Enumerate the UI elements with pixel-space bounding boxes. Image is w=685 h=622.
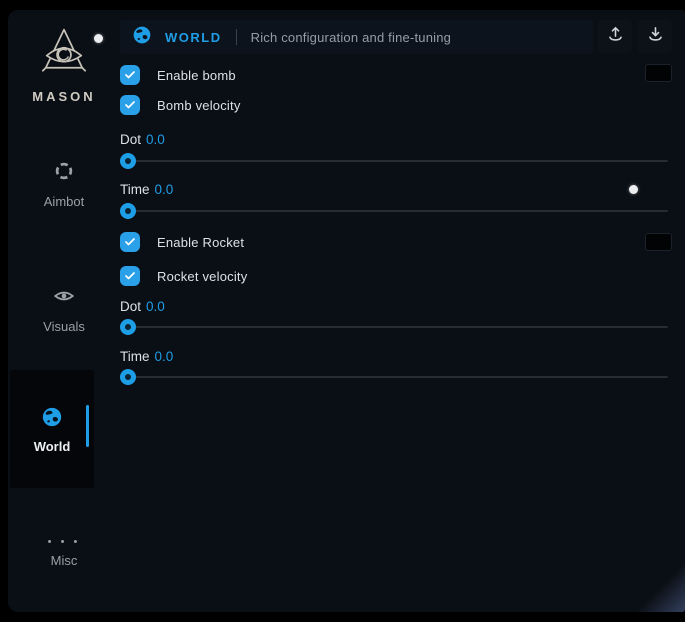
selected-indicator-bar [86, 405, 89, 447]
upload-icon [606, 25, 625, 49]
cursor-dot [629, 185, 638, 194]
bomb-velocity-checkbox[interactable] [120, 95, 140, 115]
header-divider [236, 29, 237, 45]
page-subtitle: Rich configuration and fine-tuning [251, 30, 451, 45]
enable-rocket-row: Enable Rocket [120, 232, 244, 252]
mason-eye-logo-icon [38, 67, 90, 84]
slider-track[interactable] [120, 160, 668, 162]
sidebar-item-label: Visuals [8, 319, 120, 334]
sidebar-item-label: World [10, 439, 94, 454]
download-icon [646, 25, 665, 49]
bomb-color-swatch[interactable] [645, 64, 672, 82]
sidebar: MASON Aimbot Visuals [8, 10, 120, 612]
checkbox-label: Rocket velocity [157, 269, 247, 284]
rocket-color-swatch[interactable] [645, 233, 672, 251]
page-title: WORLD [165, 30, 222, 45]
rocket-time-slider[interactable] [120, 369, 668, 385]
upload-config-button[interactable] [598, 20, 632, 53]
crosshair-icon [53, 169, 75, 186]
slider-track[interactable] [120, 326, 668, 328]
rocket-velocity-checkbox[interactable] [120, 266, 140, 286]
bomb-time-slider[interactable] [120, 203, 668, 219]
slider-value: 0.0 [146, 132, 165, 147]
sidebar-item-world[interactable]: World [10, 370, 94, 488]
enable-bomb-checkbox[interactable] [120, 65, 140, 85]
check-icon [124, 99, 136, 111]
check-icon [124, 236, 136, 248]
app-logo: MASON [8, 26, 120, 104]
rocket-time-slider-label: Time 0.0 [120, 349, 173, 364]
enable-bomb-row: Enable bomb [120, 65, 236, 85]
globe-icon [132, 25, 152, 50]
sidebar-item-aimbot[interactable]: Aimbot [8, 160, 120, 209]
slider-label-text: Dot [120, 132, 141, 147]
checkbox-label: Bomb velocity [157, 98, 241, 113]
bomb-velocity-row: Bomb velocity [120, 95, 241, 115]
slider-label-text: Time [120, 182, 150, 197]
checkbox-label: Enable bomb [157, 68, 236, 83]
slider-label-text: Time [120, 349, 150, 364]
page-header: WORLD Rich configuration and fine-tuning [120, 20, 593, 54]
rocket-dot-slider[interactable] [120, 319, 668, 335]
check-icon [124, 270, 136, 282]
sidebar-item-label: Aimbot [8, 194, 120, 209]
slider-handle[interactable] [120, 319, 136, 335]
slider-handle[interactable] [120, 369, 136, 385]
sidebar-item-visuals[interactable]: Visuals [8, 285, 120, 334]
slider-value: 0.0 [155, 349, 174, 364]
sidebar-item-label: Misc [8, 553, 120, 568]
rocket-dot-slider-label: Dot 0.0 [120, 299, 165, 314]
slider-handle[interactable] [120, 203, 136, 219]
checkbox-label: Enable Rocket [157, 235, 244, 250]
globe-icon [41, 415, 63, 432]
mason-window: MASON Aimbot Visuals [8, 10, 685, 612]
cursor-dot [94, 34, 103, 43]
eye-icon [53, 294, 75, 311]
slider-handle[interactable] [120, 153, 136, 169]
check-icon [124, 69, 136, 81]
slider-value: 0.0 [146, 299, 165, 314]
enable-rocket-checkbox[interactable] [120, 232, 140, 252]
bomb-dot-slider[interactable] [120, 153, 668, 169]
bomb-time-slider-label: Time 0.0 [120, 182, 173, 197]
slider-track[interactable] [120, 376, 668, 378]
sidebar-item-misc[interactable]: • • • Misc [8, 538, 120, 568]
slider-label-text: Dot [120, 299, 141, 314]
slider-track[interactable] [120, 210, 668, 212]
content-panel: WORLD Rich configuration and fine-tuning [120, 10, 685, 612]
slider-value: 0.0 [155, 182, 174, 197]
download-config-button[interactable] [638, 20, 672, 53]
bomb-dot-slider-label: Dot 0.0 [120, 132, 165, 147]
logo-text: MASON [8, 89, 120, 104]
ellipsis-icon: • • • [8, 538, 120, 546]
rocket-velocity-row: Rocket velocity [120, 266, 247, 286]
